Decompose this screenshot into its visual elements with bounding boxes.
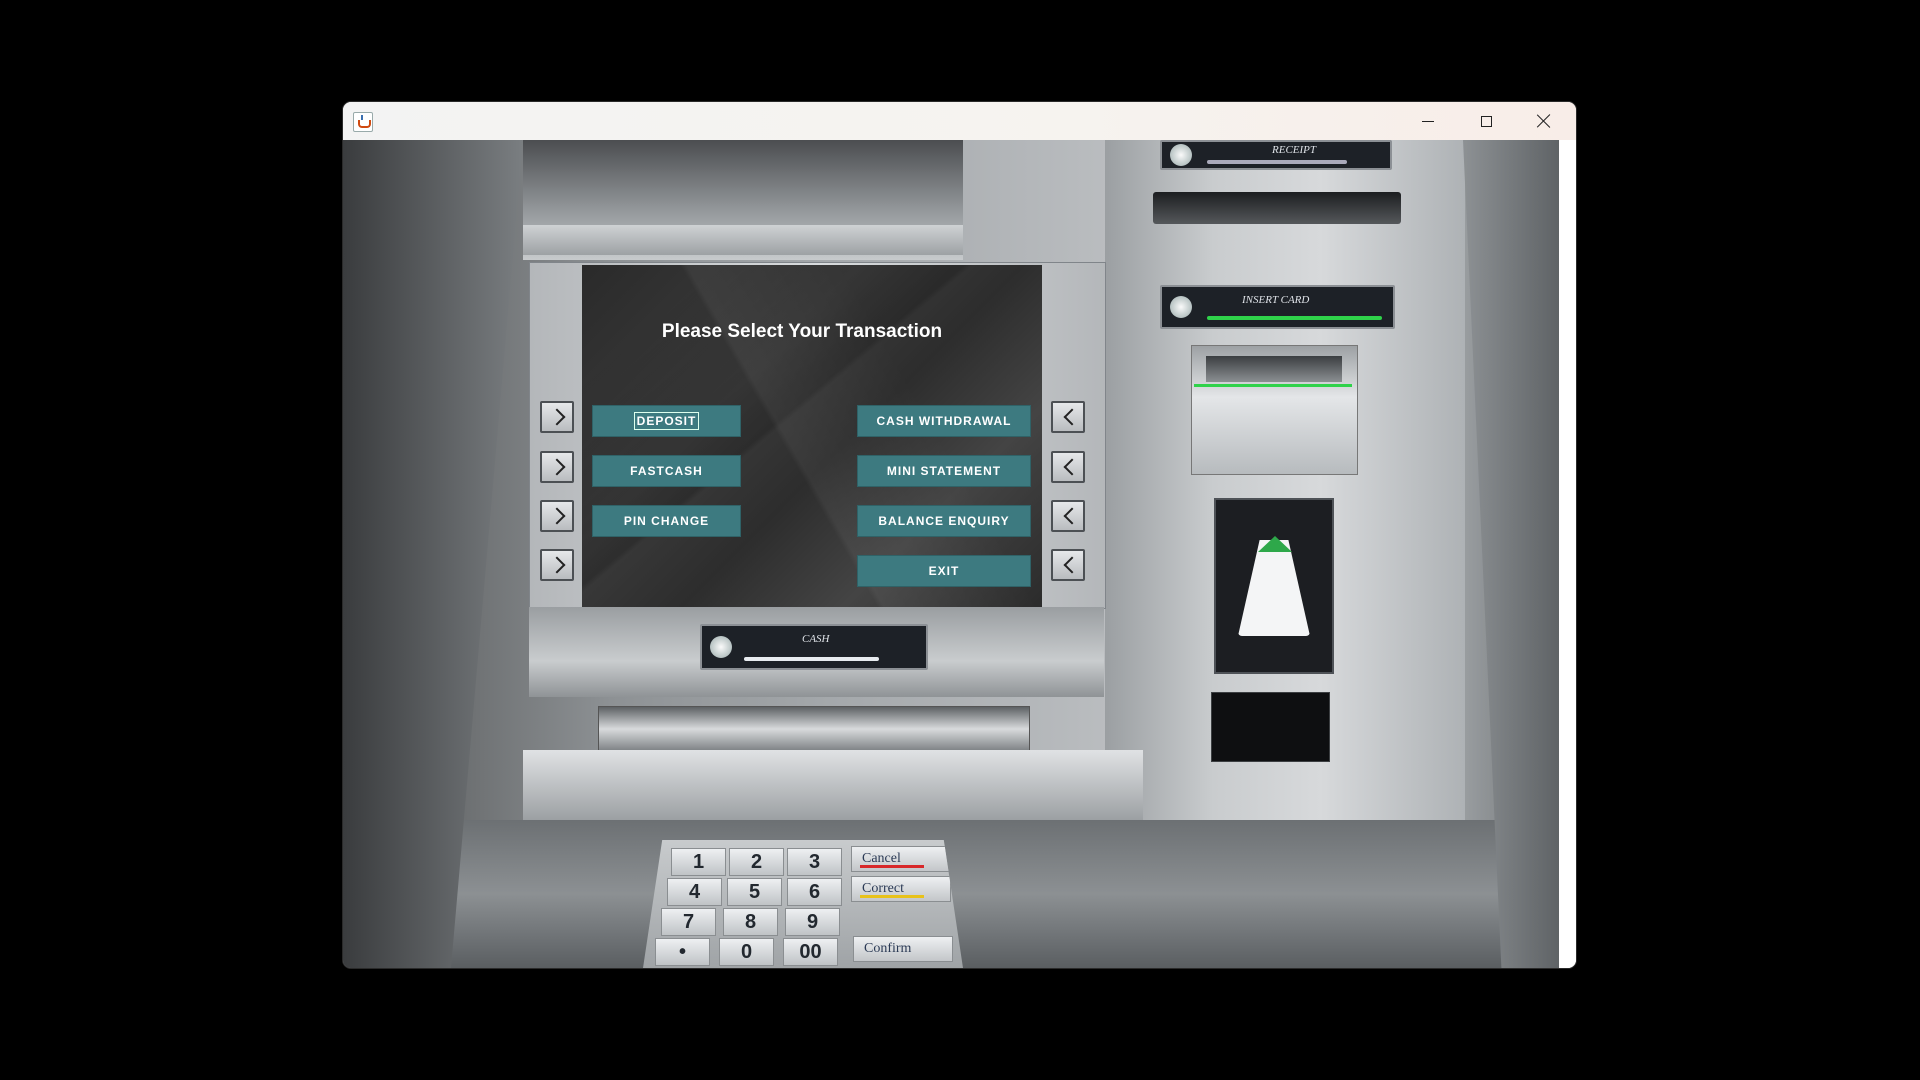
side-key-right-2[interactable] [1051,451,1085,483]
maximize-icon [1480,115,1492,127]
deposit-label: DEPOSIT [633,412,700,430]
pin-change-button[interactable]: PIN CHANGE [592,505,741,537]
chevron-left-icon [1063,458,1081,476]
key-7[interactable]: 7 [661,908,716,936]
exit-label: EXIT [928,564,960,578]
key-9[interactable]: 9 [785,908,840,936]
screen-title: Please Select Your Transaction [661,321,943,342]
atm-window: RECEIPT INSERT CARD Please Select Your T… [343,102,1576,968]
correct-key[interactable]: Correct [851,876,951,902]
key-dot[interactable]: • [655,938,710,966]
chevron-right-icon [548,408,566,426]
confirm-key[interactable]: Confirm [853,936,953,962]
bank-logo-icon [1170,144,1192,166]
minimize-icon [1422,120,1434,122]
card-tray [1211,692,1330,762]
key-3[interactable]: 3 [787,848,842,876]
atm-background-image: RECEIPT INSERT CARD Please Select Your T… [343,140,1559,968]
card-reader [1191,345,1358,475]
confirm-label: Confirm [864,941,912,956]
exit-button[interactable]: EXIT [857,555,1031,587]
mini-statement-button[interactable]: MINI STATEMENT [857,455,1031,487]
insert-card-label: INSERT CARD [1242,294,1310,306]
side-key-left-1[interactable] [540,401,574,433]
bank-logo-icon [1170,296,1192,318]
key-2[interactable]: 2 [729,848,784,876]
insert-card-badge: INSERT CARD [1160,285,1395,329]
chevron-left-icon [1063,556,1081,574]
java-app-icon [353,112,373,132]
receipt-slot [1153,192,1401,224]
maximize-button[interactable] [1457,102,1515,140]
fastcash-label: FASTCASH [630,464,703,478]
side-key-right-3[interactable] [1051,500,1085,532]
key-1[interactable]: 1 [671,848,726,876]
side-key-left-3[interactable] [540,500,574,532]
key-0[interactable]: 0 [719,938,774,966]
key-5[interactable]: 5 [727,878,782,906]
key-00[interactable]: 00 [783,938,838,966]
minimize-button[interactable] [1399,102,1457,140]
cash-badge: CASH [700,624,928,670]
hood-ledge [523,225,963,255]
chevron-right-icon [548,458,566,476]
atm-screen: Please Select Your Transaction DEPOSIT F… [582,265,1042,608]
window-edge [1559,140,1576,968]
keypad: 1 2 3 4 5 6 7 8 9 • 0 00 Cancel Correct … [643,840,963,968]
side-key-right-1[interactable] [1051,401,1085,433]
chevron-right-icon [548,507,566,525]
receipt-label: RECEIPT [1272,144,1316,156]
fingerprint-reader [1214,498,1334,674]
side-key-left-2[interactable] [540,451,574,483]
cash-withdrawal-button[interactable]: CASH WITHDRAWAL [857,405,1031,437]
title-bar [343,102,1576,140]
cash-dispenser-slot [598,706,1030,752]
deck-panel [523,750,1143,820]
key-4[interactable]: 4 [667,878,722,906]
key-8[interactable]: 8 [723,908,778,936]
chevron-right-icon [548,556,566,574]
fastcash-button[interactable]: FASTCASH [592,455,741,487]
cancel-key[interactable]: Cancel [851,846,951,872]
pin-change-label: PIN CHANGE [623,514,710,528]
chevron-left-icon [1063,408,1081,426]
balance-enquiry-button[interactable]: BALANCE ENQUIRY [857,505,1031,537]
deposit-button[interactable]: DEPOSIT [592,405,741,437]
side-key-left-4[interactable] [540,549,574,581]
receipt-badge: RECEIPT [1160,140,1392,170]
key-6[interactable]: 6 [787,878,842,906]
chevron-left-icon [1063,507,1081,525]
close-icon [1537,114,1551,128]
side-key-right-4[interactable] [1051,549,1085,581]
bank-logo-icon [710,636,732,658]
cash-label: CASH [802,633,830,645]
close-button[interactable] [1515,102,1573,140]
cash-withdrawal-label: CASH WITHDRAWAL [876,414,1012,428]
mini-statement-label: MINI STATEMENT [886,464,1002,478]
balance-enquiry-label: BALANCE ENQUIRY [878,514,1010,528]
